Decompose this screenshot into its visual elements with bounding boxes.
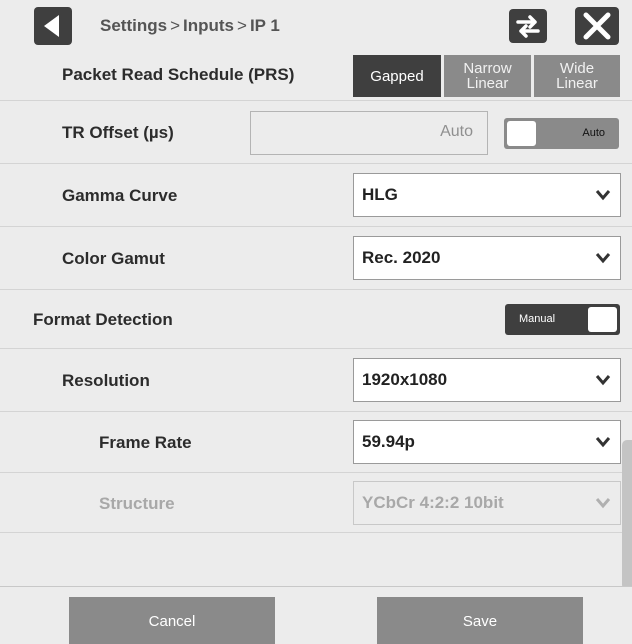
close-icon bbox=[583, 12, 611, 40]
footer-bar: Cancel Save bbox=[0, 586, 632, 644]
prs-option-linear-label: Linear bbox=[466, 75, 509, 92]
prs-option-linear-label: Linear bbox=[556, 75, 598, 92]
cancel-button[interactable]: Cancel bbox=[69, 597, 275, 644]
resolution-value: 1920x1080 bbox=[362, 370, 448, 389]
title-bar: Settings > Inputs > IP 1 bbox=[0, 0, 632, 51]
color-gamut-label: Color Gamut bbox=[62, 249, 165, 268]
toggle-knob bbox=[588, 307, 617, 332]
tr-offset-auto-toggle[interactable]: Auto bbox=[504, 118, 619, 149]
chevron-down-icon bbox=[595, 498, 611, 509]
frame-rate-row: Frame Rate 59.94p bbox=[0, 412, 632, 473]
breadcrumb-settings[interactable]: Settings bbox=[100, 16, 167, 35]
gamma-curve-label: Gamma Curve bbox=[62, 186, 178, 205]
gamma-curve-dropdown[interactable]: HLG bbox=[353, 173, 621, 217]
structure-dropdown: YCbCr 4:2:2 10bit bbox=[353, 481, 621, 525]
swap-arrows-icon bbox=[516, 15, 540, 38]
gamma-curve-row: Gamma Curve HLG bbox=[0, 164, 632, 227]
breadcrumb-inputs[interactable]: Inputs bbox=[183, 16, 234, 35]
close-button[interactable] bbox=[575, 7, 619, 45]
format-detection-row: Format Detection Manual bbox=[0, 290, 632, 349]
swap-button[interactable] bbox=[509, 9, 547, 43]
resolution-dropdown[interactable]: 1920x1080 bbox=[353, 358, 621, 402]
color-gamut-dropdown[interactable]: Rec. 2020 bbox=[353, 236, 621, 280]
tr-offset-row: TR Offset (µs) Auto Auto bbox=[0, 101, 632, 164]
chevron-down-icon bbox=[595, 190, 611, 201]
frame-rate-dropdown[interactable]: 59.94p bbox=[353, 420, 621, 464]
tr-offset-toggle-label: Auto bbox=[582, 127, 605, 139]
prs-option-wide-linear[interactable]: Wide Linear bbox=[534, 55, 620, 97]
chevron-down-icon bbox=[595, 375, 611, 386]
frame-rate-value: 59.94p bbox=[362, 432, 415, 451]
breadcrumb-ip1: IP 1 bbox=[249, 16, 280, 35]
prs-option-narrow-label: Narrow bbox=[463, 60, 512, 77]
format-detection-toggle-label: Manual bbox=[519, 313, 556, 325]
back-button[interactable] bbox=[34, 7, 72, 45]
resolution-label: Resolution bbox=[62, 371, 150, 390]
prs-option-narrow-linear[interactable]: Narrow Linear bbox=[444, 55, 531, 97]
tr-offset-input[interactable]: Auto bbox=[250, 111, 488, 155]
prs-row: Packet Read Schedule (PRS) Gapped Narrow… bbox=[0, 51, 632, 101]
prs-label: Packet Read Schedule (PRS) bbox=[62, 65, 295, 84]
color-gamut-value: Rec. 2020 bbox=[362, 248, 441, 267]
structure-value: YCbCr 4:2:2 10bit bbox=[362, 493, 504, 512]
back-arrow-icon bbox=[44, 15, 59, 37]
tr-offset-label: TR Offset (µs) bbox=[62, 123, 174, 142]
color-gamut-row: Color Gamut Rec. 2020 bbox=[0, 227, 632, 290]
chevron-down-icon bbox=[595, 437, 611, 448]
prs-option-wide-label: Wide bbox=[559, 60, 595, 77]
breadcrumb-separator: > bbox=[170, 16, 180, 35]
format-detection-toggle[interactable]: Manual bbox=[505, 304, 620, 335]
gamma-curve-value: HLG bbox=[362, 185, 398, 204]
structure-label: Structure bbox=[99, 494, 175, 513]
frame-rate-label: Frame Rate bbox=[99, 433, 192, 452]
prs-option-gapped-label: Gapped bbox=[370, 67, 424, 85]
prs-option-gapped[interactable]: Gapped bbox=[353, 55, 441, 97]
breadcrumb: Settings > Inputs > IP 1 bbox=[100, 16, 280, 36]
toggle-knob bbox=[507, 121, 536, 146]
chevron-down-icon bbox=[595, 253, 611, 264]
structure-row: Structure YCbCr 4:2:2 10bit bbox=[0, 473, 632, 533]
save-button[interactable]: Save bbox=[377, 597, 583, 644]
breadcrumb-separator: > bbox=[237, 16, 247, 35]
scrollbar[interactable] bbox=[622, 440, 632, 590]
resolution-row: Resolution 1920x1080 bbox=[0, 349, 632, 412]
format-detection-label: Format Detection bbox=[33, 310, 173, 329]
